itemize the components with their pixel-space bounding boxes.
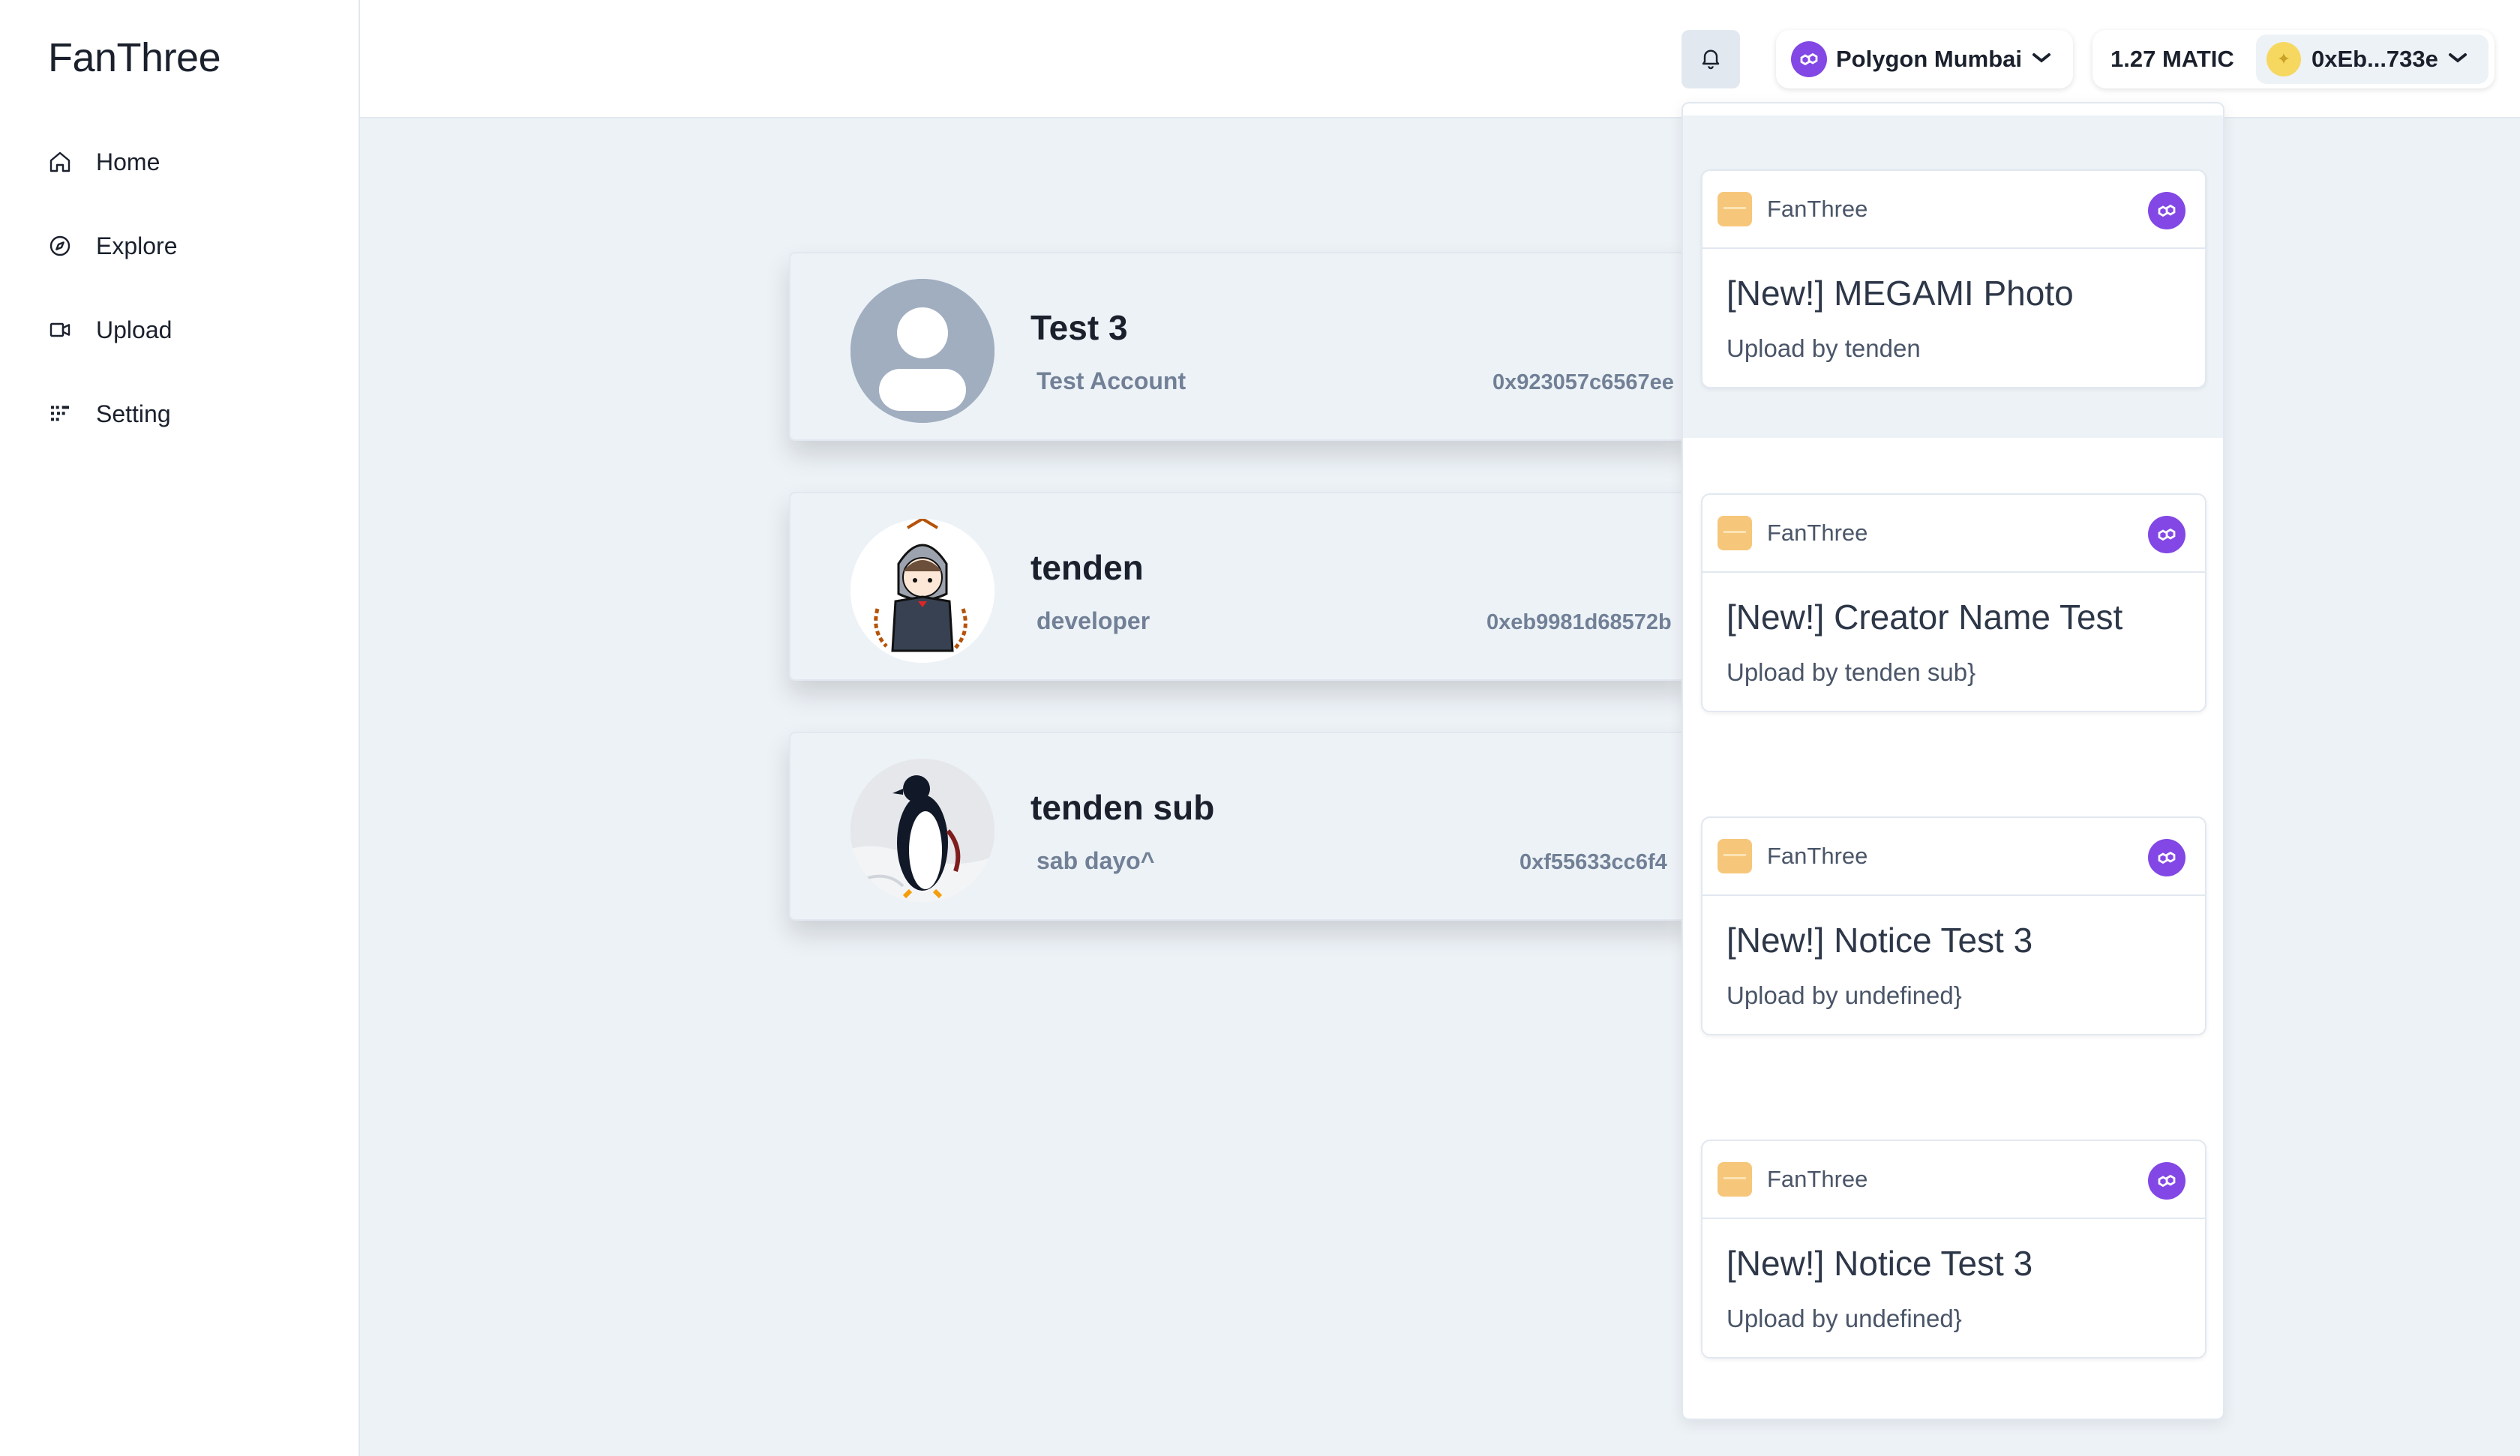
app-icon bbox=[1718, 839, 1752, 873]
notification-app-name: FanThree bbox=[1767, 196, 1868, 222]
notification-item[interactable]: FanThree [New!] Creator Name Test Upload… bbox=[1701, 493, 2206, 712]
notification-subtitle: Upload by tenden sub} bbox=[1726, 658, 1976, 686]
notifications-button[interactable] bbox=[1682, 30, 1740, 88]
chevron-down-icon bbox=[2031, 51, 2052, 68]
chevron-down-icon bbox=[2447, 51, 2468, 68]
sidebar-item-label: Setting bbox=[96, 400, 171, 427]
creator-name: tenden sub bbox=[1030, 788, 1215, 827]
avatar bbox=[850, 759, 994, 903]
notification-app-name: FanThree bbox=[1767, 843, 1868, 869]
sidebar-item-explore[interactable]: Explore bbox=[46, 223, 178, 268]
bell-icon bbox=[1699, 46, 1723, 73]
creator-card[interactable]: tenden sub sab dayo^ 0xf55633cc6f4 bbox=[789, 732, 1689, 921]
creator-description: sab dayo^ bbox=[1036, 847, 1155, 874]
creator-wallet: 0xeb9981d68572b bbox=[1486, 610, 1672, 634]
video-icon bbox=[46, 316, 74, 343]
polygon-icon bbox=[1791, 41, 1827, 77]
polygon-icon bbox=[2148, 1162, 2186, 1200]
notification-title: [New!] Creator Name Test bbox=[1726, 598, 2123, 637]
notification-subtitle: Upload by undefined} bbox=[1726, 981, 1962, 1009]
polygon-icon bbox=[2148, 192, 2186, 229]
balance-display: 1.27 MATIC bbox=[2110, 46, 2234, 72]
sidebar-item-setting[interactable]: Setting bbox=[46, 391, 171, 436]
creator-description: Test Account bbox=[1036, 367, 1186, 394]
notifications-panel: FanThree [New!] MEGAMI Photo Upload by t… bbox=[1682, 102, 2224, 1420]
creator-card[interactable]: Test 3 Test Account 0x923057c6567ee bbox=[789, 252, 1689, 441]
compass-icon bbox=[46, 232, 74, 259]
creator-wallet: 0x923057c6567ee bbox=[1492, 370, 1674, 394]
creator-name: Test 3 bbox=[1030, 308, 1128, 347]
app-icon bbox=[1718, 192, 1752, 226]
app-icon bbox=[1718, 516, 1752, 550]
notification-app-name: FanThree bbox=[1767, 520, 1868, 546]
polygon-icon bbox=[2148, 516, 2186, 553]
creator-name: tenden bbox=[1030, 548, 1144, 587]
sidebar: FanThree Home Explore Upload Setting bbox=[0, 0, 360, 1456]
home-icon bbox=[46, 148, 74, 175]
account-address: 0xEb...733e bbox=[2312, 46, 2438, 72]
network-name: Polygon Mumbai bbox=[1836, 46, 2022, 72]
notification-header: FanThree bbox=[1702, 171, 2205, 249]
sidebar-item-label: Upload bbox=[96, 316, 172, 343]
notification-app-name: FanThree bbox=[1767, 1166, 1868, 1192]
sidebar-item-home[interactable]: Home bbox=[46, 139, 160, 184]
creator-card[interactable]: tenden developer 0xeb9981d68572b bbox=[789, 492, 1689, 681]
notification-header: FanThree bbox=[1702, 495, 2205, 573]
polygon-icon bbox=[2148, 839, 2186, 876]
creator-description: developer bbox=[1036, 607, 1150, 634]
account-button[interactable]: ✦ 0xEb...733e bbox=[2256, 34, 2488, 84]
notification-header: FanThree bbox=[1702, 1141, 2205, 1219]
network-selector[interactable]: Polygon Mumbai bbox=[1776, 30, 2073, 88]
notification-item[interactable]: FanThree [New!] Notice Test 3 Upload by … bbox=[1701, 816, 2206, 1035]
app-icon bbox=[1718, 1162, 1752, 1197]
sidebar-item-label: Explore bbox=[96, 232, 178, 259]
notification-title: [New!] Notice Test 3 bbox=[1726, 1244, 2033, 1283]
notification-header: FanThree bbox=[1702, 818, 2205, 896]
account-avatar: ✦ bbox=[2266, 42, 2301, 76]
notification-title: [New!] Notice Test 3 bbox=[1726, 921, 2033, 960]
settings-icon bbox=[46, 400, 74, 427]
notification-subtitle: Upload by undefined} bbox=[1726, 1305, 1962, 1332]
notification-title: [New!] MEGAMI Photo bbox=[1726, 274, 2074, 313]
sidebar-item-upload[interactable]: Upload bbox=[46, 307, 172, 352]
notification-subtitle: Upload by tenden bbox=[1726, 334, 1921, 362]
avatar bbox=[850, 279, 994, 423]
creator-wallet: 0xf55633cc6f4 bbox=[1520, 850, 1667, 874]
wallet-box: 1.27 MATIC ✦ 0xEb...733e bbox=[2092, 30, 2494, 88]
avatar bbox=[850, 519, 994, 663]
sidebar-item-label: Home bbox=[96, 148, 160, 175]
app-logo[interactable]: FanThree bbox=[48, 34, 221, 81]
notification-item[interactable]: FanThree [New!] MEGAMI Photo Upload by t… bbox=[1701, 169, 2206, 388]
notification-item[interactable]: FanThree [New!] Notice Test 3 Upload by … bbox=[1701, 1140, 2206, 1359]
